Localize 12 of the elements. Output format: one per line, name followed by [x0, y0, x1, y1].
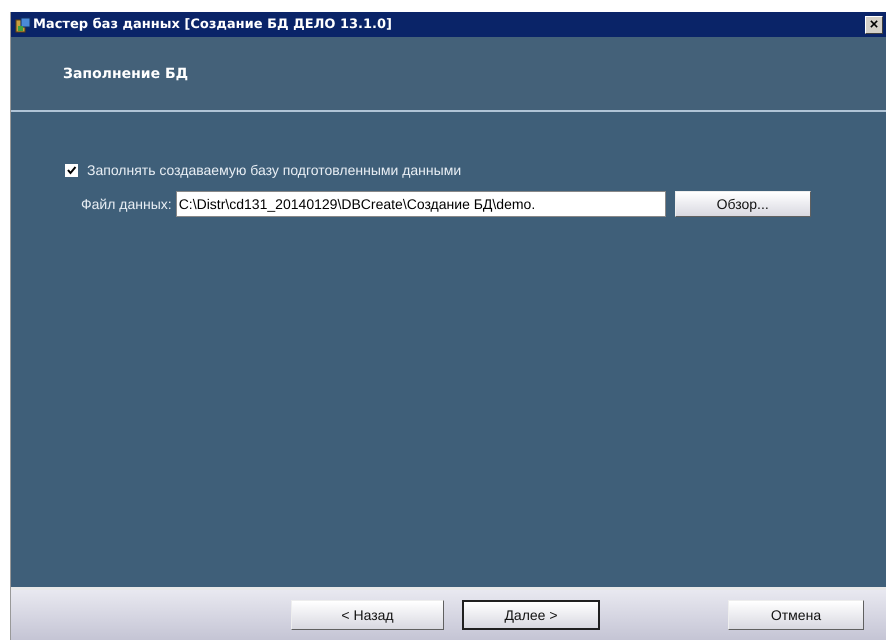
wizard-button[interactable]: Далее > — [462, 600, 600, 630]
database-icon — [15, 16, 31, 32]
field-label: Файл данных: — [81, 196, 172, 212]
checkbox-label: Заполнять создаваемую базу подготовленными данными — [87, 162, 462, 178]
browse-button[interactable]: Обзор... — [674, 191, 811, 217]
checkbox[interactable] — [65, 164, 78, 176]
close-button[interactable]: × — [865, 16, 883, 34]
page-title: Заполнение БД — [63, 66, 188, 82]
wizard-button[interactable]: Отмена — [728, 600, 864, 630]
wizard-button[interactable]: < Назад — [291, 600, 444, 630]
window-title: Мастер баз данных [Создание БД ДЕЛО 13.1.0] — [33, 17, 393, 32]
file-path-field[interactable]: C:\Distr\cd131_20140129\DBCreate\Создание БД\demo. — [176, 191, 666, 217]
